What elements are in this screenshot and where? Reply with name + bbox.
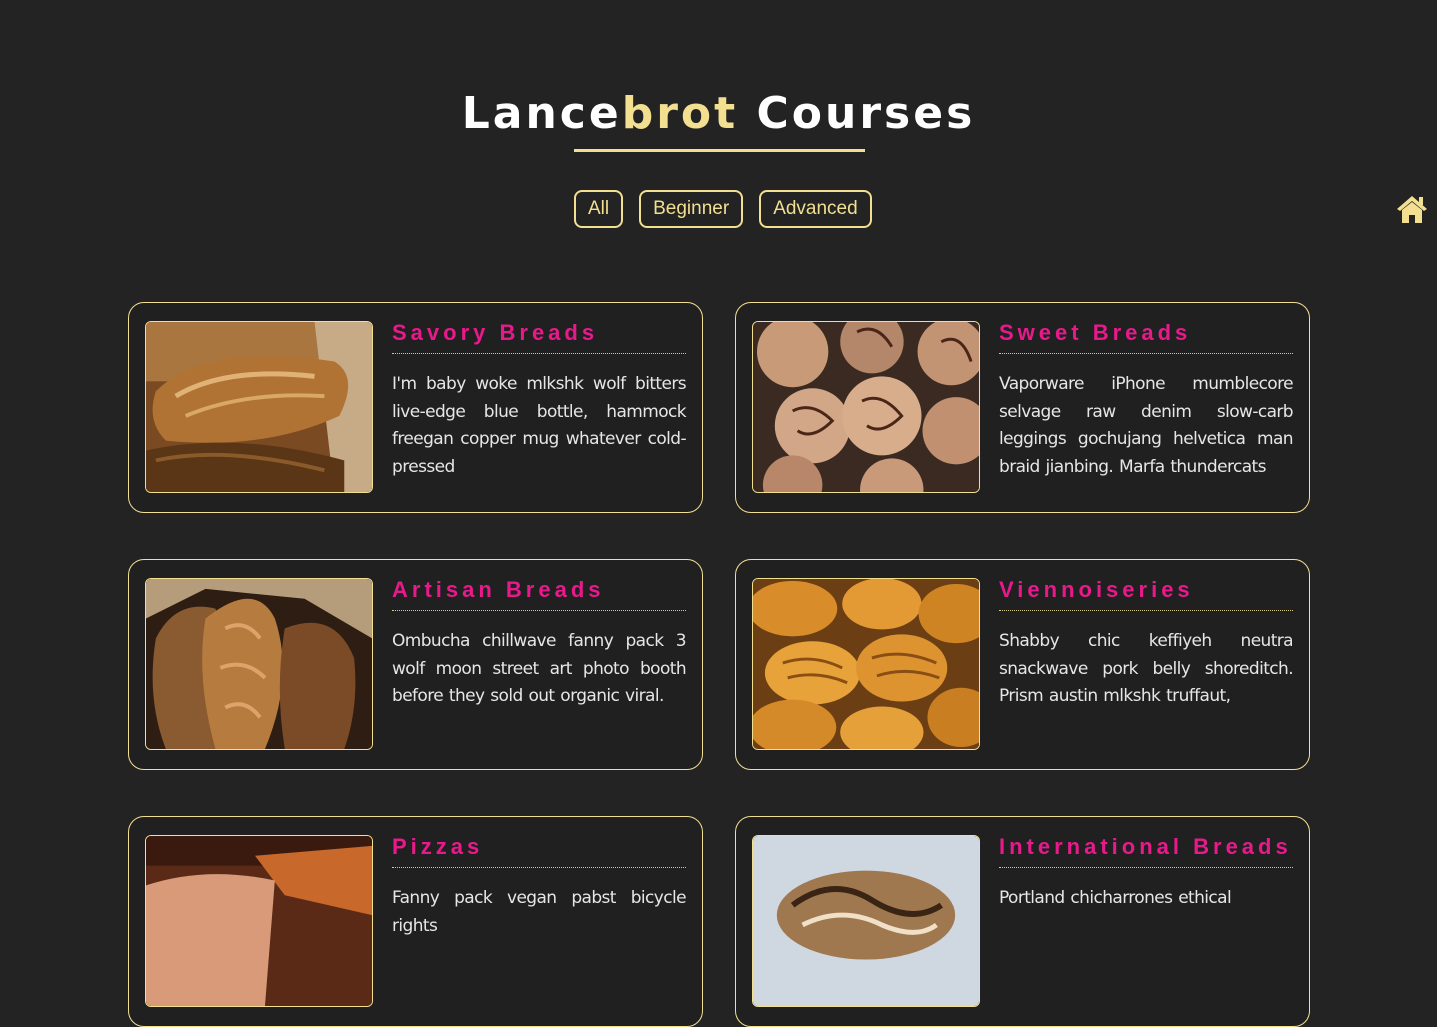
title-divider: [392, 353, 686, 354]
course-description: Fanny pack vegan pabst bicycle rights: [392, 888, 687, 936]
title-divider: [392, 610, 686, 611]
title-divider: [999, 867, 1293, 868]
artisan-breads-image: [145, 578, 373, 750]
title-divider: [392, 867, 686, 868]
course-title: Sweet Breads: [999, 320, 1192, 345]
course-description: Shabby chic keffiyeh neutra snackwave po…: [999, 631, 1294, 706]
course-card-international-breads[interactable]: International Breads Portland chicharron…: [735, 816, 1310, 1027]
title-divider: [999, 610, 1293, 611]
course-title: Pizzas: [392, 834, 484, 859]
course-description: Portland chicharrones ethical: [999, 888, 1232, 908]
course-description: Vaporware iPhone mumblecore selvage raw …: [999, 374, 1294, 477]
viennoiseries-image: [752, 578, 980, 750]
course-description: I'm baby woke mlkshk wolf bitters live-e…: [392, 374, 687, 477]
course-title: Artisan Breads: [392, 577, 605, 602]
title-part-1: Lance: [461, 88, 622, 139]
filter-all-button[interactable]: All: [574, 190, 624, 228]
sweet-breads-image: [752, 321, 980, 493]
title-accent: brot: [621, 88, 739, 139]
home-icon[interactable]: [1396, 194, 1428, 224]
course-title: Viennoiseries: [999, 577, 1194, 602]
international-breads-image: [752, 835, 980, 1007]
title-divider: [999, 353, 1293, 354]
pizzas-image: [145, 835, 373, 1007]
filter-advanced-button[interactable]: Advanced: [759, 190, 872, 228]
course-card-sweet-breads[interactable]: Sweet Breads Vaporware iPhone mumblecore…: [735, 302, 1310, 513]
course-description: Ombucha chillwave fanny pack 3 wolf moon…: [392, 631, 687, 706]
title-underline: [574, 149, 865, 152]
filter-beginner-button[interactable]: Beginner: [639, 190, 744, 228]
filter-bar: All Beginner Advanced: [574, 190, 872, 228]
course-title: International Breads: [999, 834, 1292, 859]
page-header: Lancebrot Courses: [0, 84, 1437, 144]
savory-breads-image: [145, 321, 373, 493]
course-card-viennoiseries[interactable]: Viennoiseries Shabby chic keffiyeh neutr…: [735, 559, 1310, 770]
course-card-savory-breads[interactable]: Savory Breads I'm baby woke mlkshk wolf …: [128, 302, 703, 513]
course-card-pizzas[interactable]: Pizzas Fanny pack vegan pabst bicycle ri…: [128, 816, 703, 1027]
page-title: Lancebrot Courses: [462, 84, 976, 144]
course-title: Savory Breads: [392, 320, 599, 345]
title-part-2: Courses: [756, 88, 976, 139]
course-card-artisan-breads[interactable]: Artisan Breads Ombucha chillwave fanny p…: [128, 559, 703, 770]
